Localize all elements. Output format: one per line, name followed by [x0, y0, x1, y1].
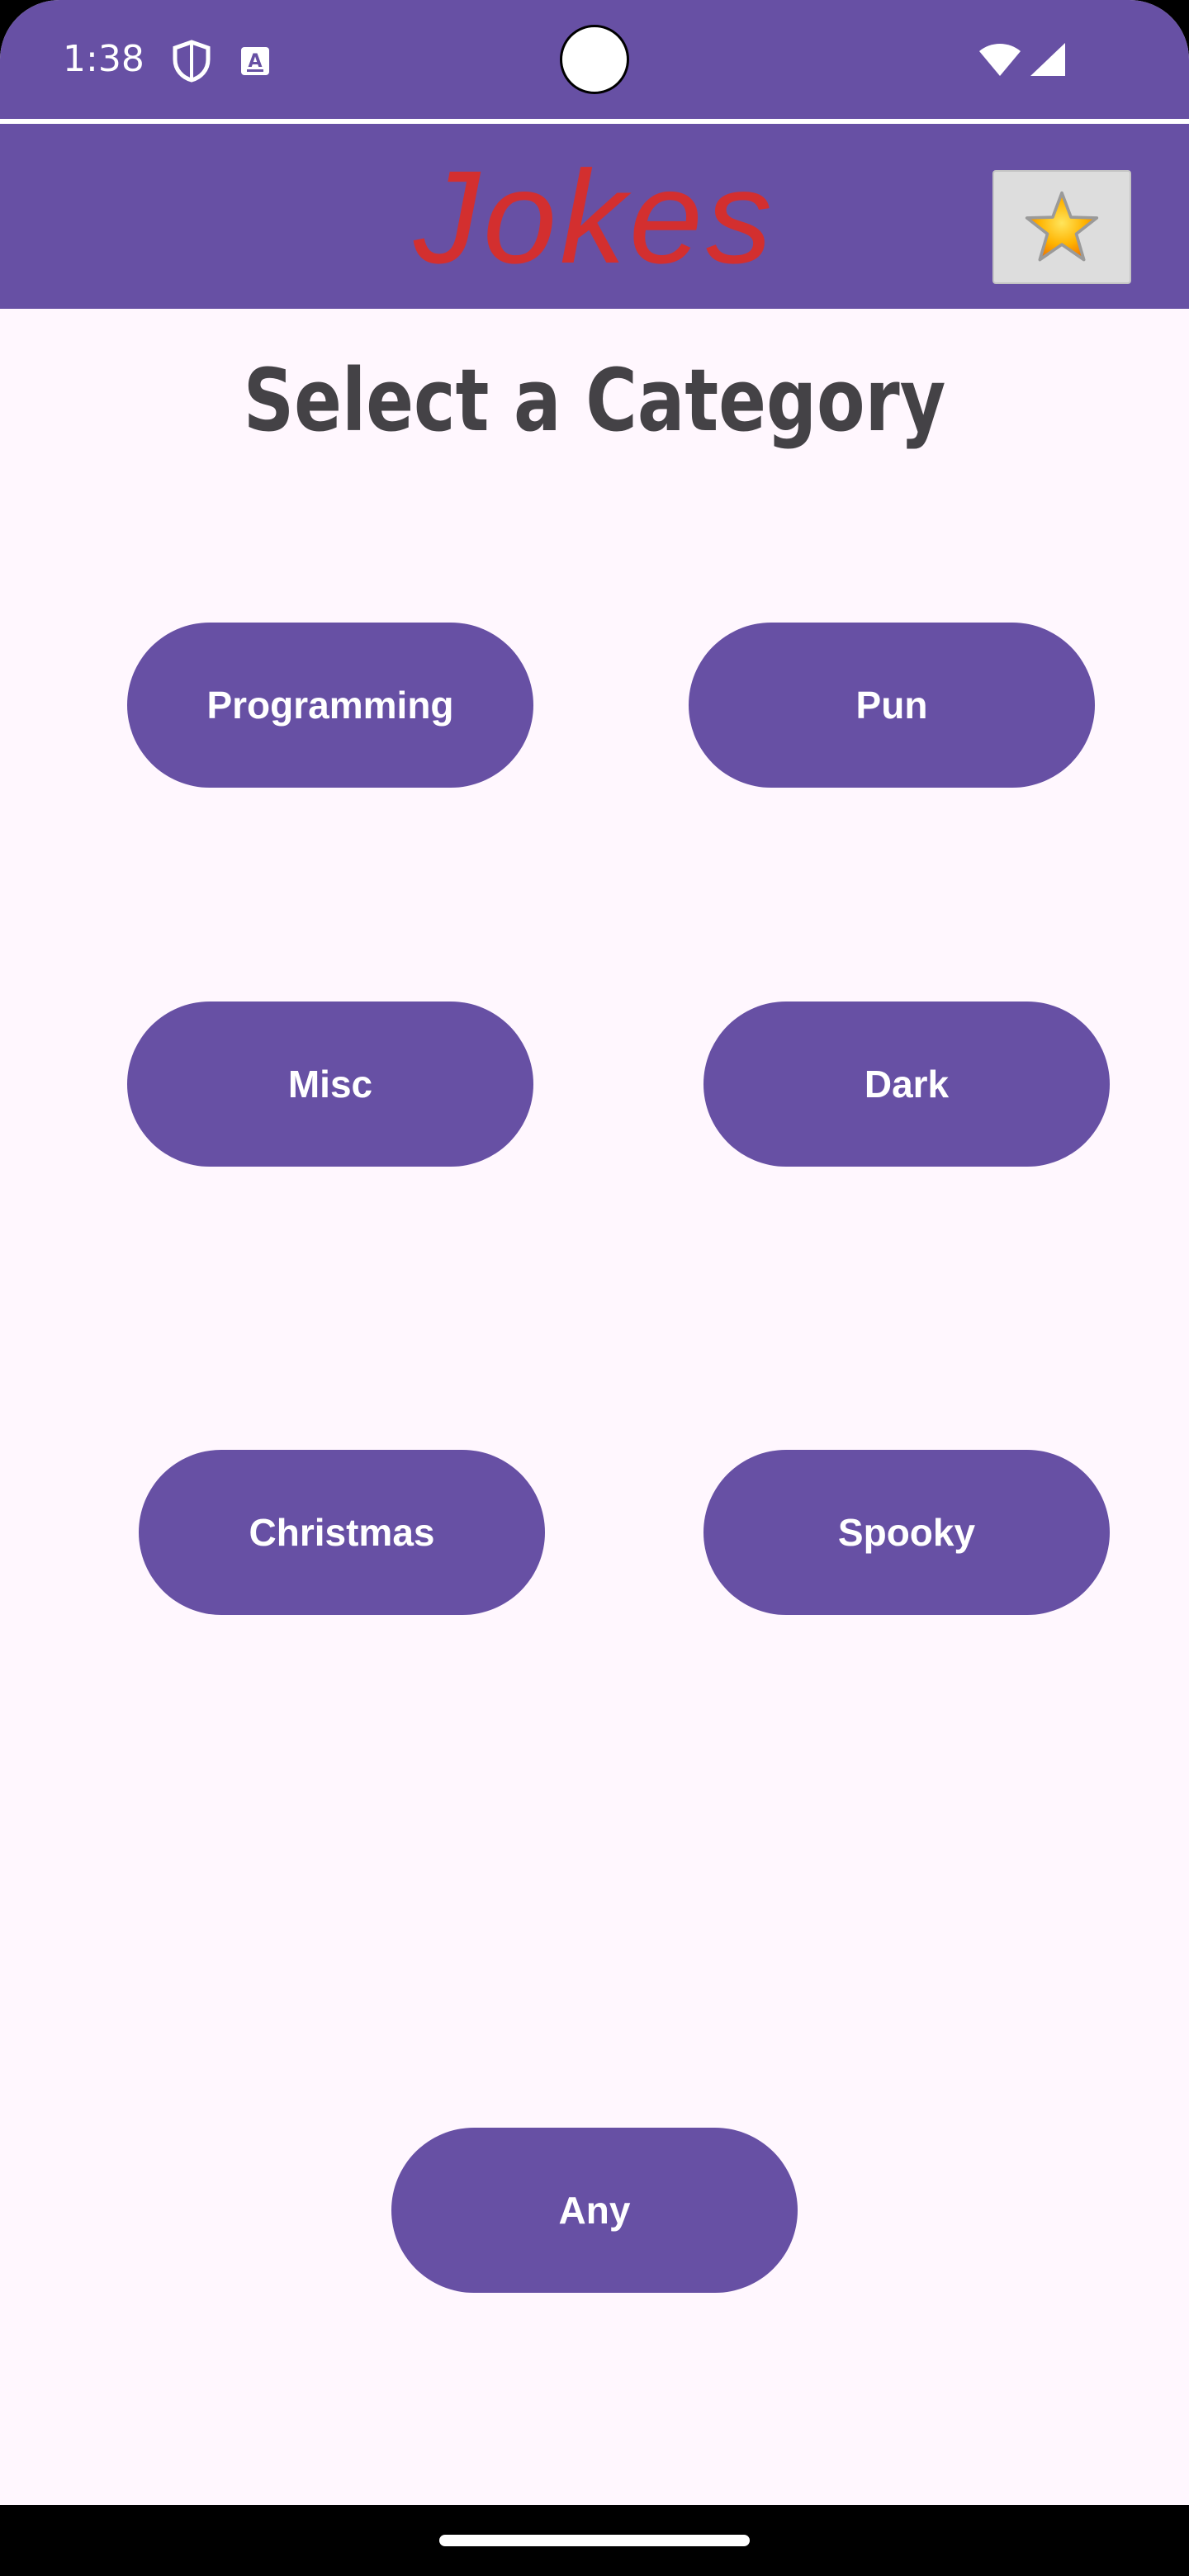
dark-button[interactable]: Dark: [703, 1002, 1110, 1167]
cell-signal-icon: [1030, 43, 1065, 76]
spooky-button[interactable]: Spooky: [703, 1450, 1110, 1615]
star-icon: [1025, 191, 1099, 262]
programming-button[interactable]: Programming: [127, 623, 533, 788]
shield-icon: [173, 40, 211, 83]
status-time: 1:38: [63, 38, 144, 80]
page-heading: Select a Category: [243, 350, 946, 451]
pun-button[interactable]: Pun: [689, 623, 1095, 788]
christmas-button[interactable]: Christmas: [139, 1450, 545, 1615]
any-button[interactable]: Any: [391, 2128, 798, 2293]
navigation-handle[interactable]: [439, 2535, 750, 2546]
misc-button[interactable]: Misc: [127, 1002, 533, 1167]
wifi-icon: [979, 44, 1021, 76]
status-bar: 1:38 A: [0, 0, 1189, 119]
accessibility-a-icon: A: [241, 47, 269, 75]
svg-text:A: A: [248, 51, 262, 72]
app-screen: 1:38 A Jokes Select a Category Programmi…: [0, 0, 1189, 2505]
camera-cutout: [560, 25, 629, 94]
app-bar: Jokes: [0, 124, 1189, 309]
favorites-button[interactable]: [992, 170, 1131, 284]
